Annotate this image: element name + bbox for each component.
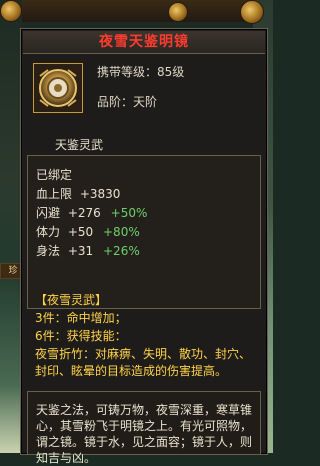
item-description: 天鉴之法，可铸万物，夜雪深重，寒草锥心，其雪粉飞于明镜之上。有光可照物，谓之镜。…	[36, 403, 253, 465]
top-right-orb-icon-2	[240, 0, 264, 24]
top-left-orb-icon	[0, 0, 22, 22]
stats-panel: 已绑定 血上限 +3830 闪避 +276 +50% 体力 +50 +80% 身…	[27, 155, 261, 309]
item-category: 天鉴灵武	[55, 138, 104, 152]
carry-level: 携带等级：85级	[97, 65, 185, 79]
stat-agility: 身法 +31 +26%	[36, 244, 140, 258]
description-panel: 天鉴之法，可铸万物，夜雪深重，寒草锥心，其雪粉飞于明镜之上。有光可照物，谓之镜。…	[27, 391, 261, 465]
item-tooltip: 夜雪天鉴明镜 携带等级：85级 品阶：天阶 天鉴灵武 已绑定 血上限 +3830	[20, 28, 268, 465]
stat-stamina: 体力 +50 +80%	[36, 225, 140, 239]
set-bonus-3: 3件：命中增加；	[35, 311, 127, 325]
set-name: 【夜雪灵武】	[35, 293, 108, 307]
set-effect: 夜雪折竹：对麻痹、失明、散功、封穴、封印、眩晕的目标造成的伤害提高。	[35, 347, 252, 378]
item-name: 夜雪天鉴明镜	[23, 31, 265, 54]
top-right-orb-icon	[168, 2, 188, 22]
stat-hp: 血上限 +3830	[36, 187, 121, 201]
stat-dodge: 闪避 +276 +50%	[36, 206, 148, 220]
bind-status: 已绑定	[36, 168, 73, 182]
item-grade: 品阶：天阶	[97, 95, 158, 109]
item-icon	[33, 63, 83, 113]
set-bonus-6: 6件：获得技能：	[35, 329, 127, 343]
side-tab-label: 珍	[8, 266, 18, 276]
